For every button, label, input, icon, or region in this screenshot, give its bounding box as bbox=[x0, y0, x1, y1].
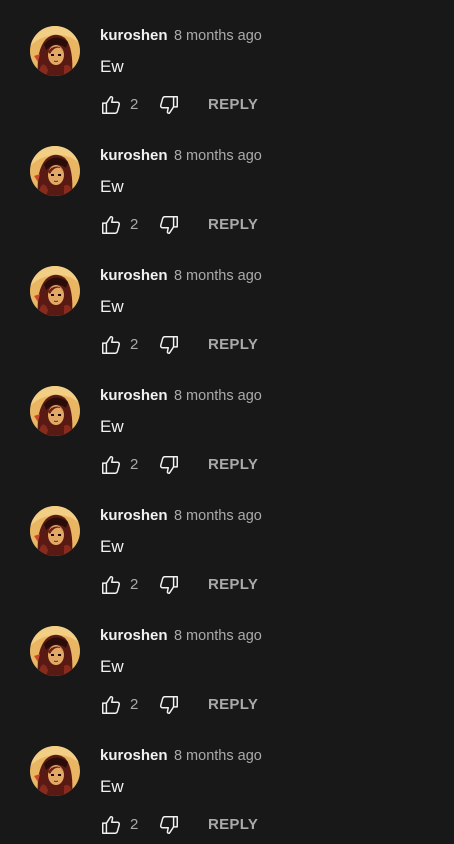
avatar[interactable] bbox=[30, 26, 80, 76]
like-button[interactable] bbox=[100, 334, 122, 356]
author-name[interactable]: kuroshen bbox=[100, 627, 168, 644]
comment-item: kuroshen 8 months ago Ew 2 REPLY bbox=[0, 360, 454, 480]
reply-button[interactable]: REPLY bbox=[208, 96, 258, 114]
comment-item: kuroshen 8 months ago Ew 2 REPLY bbox=[0, 480, 454, 600]
comment-text: Ew bbox=[100, 537, 124, 556]
thumb-up-icon bbox=[102, 216, 121, 234]
like-count: 2 bbox=[130, 696, 139, 713]
reply-button[interactable]: REPLY bbox=[208, 816, 258, 834]
avatar[interactable] bbox=[30, 386, 80, 436]
like-count: 2 bbox=[130, 816, 139, 833]
comment-timestamp[interactable]: 8 months ago bbox=[174, 508, 262, 524]
thumb-up-icon bbox=[102, 696, 121, 714]
reply-button[interactable]: REPLY bbox=[208, 456, 258, 474]
thumb-up-icon bbox=[102, 456, 121, 474]
thumb-down-icon bbox=[159, 216, 178, 234]
comment-text: Ew bbox=[100, 297, 124, 316]
like-button[interactable] bbox=[100, 814, 122, 836]
avatar[interactable] bbox=[30, 746, 80, 796]
comment-header: kuroshen 8 months ago bbox=[100, 507, 262, 525]
reply-button[interactable]: REPLY bbox=[208, 336, 258, 354]
like-count: 2 bbox=[130, 96, 139, 113]
reply-button[interactable]: REPLY bbox=[208, 576, 258, 594]
comment-header: kuroshen 8 months ago bbox=[100, 27, 262, 45]
avatar[interactable] bbox=[30, 146, 80, 196]
author-name[interactable]: kuroshen bbox=[100, 267, 168, 284]
avatar[interactable] bbox=[30, 626, 80, 676]
comment-text: Ew bbox=[100, 177, 124, 196]
thumb-down-icon bbox=[159, 456, 178, 474]
thumb-down-icon bbox=[159, 96, 178, 114]
comment-timestamp[interactable]: 8 months ago bbox=[174, 28, 262, 44]
dislike-button[interactable] bbox=[158, 574, 180, 596]
like-button[interactable] bbox=[100, 214, 122, 236]
comment-list: kuroshen 8 months ago Ew 2 REPLY kuroshe… bbox=[0, 0, 454, 844]
like-button[interactable] bbox=[100, 454, 122, 476]
comment-header: kuroshen 8 months ago bbox=[100, 267, 262, 285]
thumb-up-icon bbox=[102, 336, 121, 354]
comment-text: Ew bbox=[100, 657, 124, 676]
reply-button[interactable]: REPLY bbox=[208, 696, 258, 714]
dislike-button[interactable] bbox=[158, 334, 180, 356]
author-name[interactable]: kuroshen bbox=[100, 387, 168, 404]
like-count: 2 bbox=[130, 456, 139, 473]
comment-text: Ew bbox=[100, 57, 124, 76]
like-button[interactable] bbox=[100, 94, 122, 116]
thumb-up-icon bbox=[102, 576, 121, 594]
thumb-down-icon bbox=[159, 576, 178, 594]
comment-item: kuroshen 8 months ago Ew 2 REPLY bbox=[0, 720, 454, 840]
comment-item: kuroshen 8 months ago Ew 2 REPLY bbox=[0, 120, 454, 240]
author-name[interactable]: kuroshen bbox=[100, 27, 168, 44]
author-name[interactable]: kuroshen bbox=[100, 147, 168, 164]
like-count: 2 bbox=[130, 216, 139, 233]
like-button[interactable] bbox=[100, 574, 122, 596]
comment-item: kuroshen 8 months ago Ew 2 REPLY bbox=[0, 600, 454, 720]
dislike-button[interactable] bbox=[158, 814, 180, 836]
comment-header: kuroshen 8 months ago bbox=[100, 627, 262, 645]
comment-header: kuroshen 8 months ago bbox=[100, 747, 262, 765]
avatar[interactable] bbox=[30, 506, 80, 556]
comment-header: kuroshen 8 months ago bbox=[100, 147, 262, 165]
avatar[interactable] bbox=[30, 266, 80, 316]
like-count: 2 bbox=[130, 576, 139, 593]
thumb-down-icon bbox=[159, 336, 178, 354]
comment-item: kuroshen 8 months ago Ew 2 REPLY bbox=[0, 240, 454, 360]
author-name[interactable]: kuroshen bbox=[100, 507, 168, 524]
like-count: 2 bbox=[130, 336, 139, 353]
comment-timestamp[interactable]: 8 months ago bbox=[174, 748, 262, 764]
dislike-button[interactable] bbox=[158, 454, 180, 476]
thumb-up-icon bbox=[102, 816, 121, 834]
comment-timestamp[interactable]: 8 months ago bbox=[174, 148, 262, 164]
comment-text: Ew bbox=[100, 417, 124, 436]
thumb-down-icon bbox=[159, 816, 178, 834]
comment-text: Ew bbox=[100, 777, 124, 796]
dislike-button[interactable] bbox=[158, 694, 180, 716]
thumb-down-icon bbox=[159, 696, 178, 714]
comment-timestamp[interactable]: 8 months ago bbox=[174, 628, 262, 644]
reply-button[interactable]: REPLY bbox=[208, 216, 258, 234]
comment-timestamp[interactable]: 8 months ago bbox=[174, 388, 262, 404]
comment-timestamp[interactable]: 8 months ago bbox=[174, 268, 262, 284]
dislike-button[interactable] bbox=[158, 214, 180, 236]
author-name[interactable]: kuroshen bbox=[100, 747, 168, 764]
comment-header: kuroshen 8 months ago bbox=[100, 387, 262, 405]
dislike-button[interactable] bbox=[158, 94, 180, 116]
comment-item: kuroshen 8 months ago Ew 2 REPLY bbox=[0, 0, 454, 120]
thumb-up-icon bbox=[102, 96, 121, 114]
like-button[interactable] bbox=[100, 694, 122, 716]
